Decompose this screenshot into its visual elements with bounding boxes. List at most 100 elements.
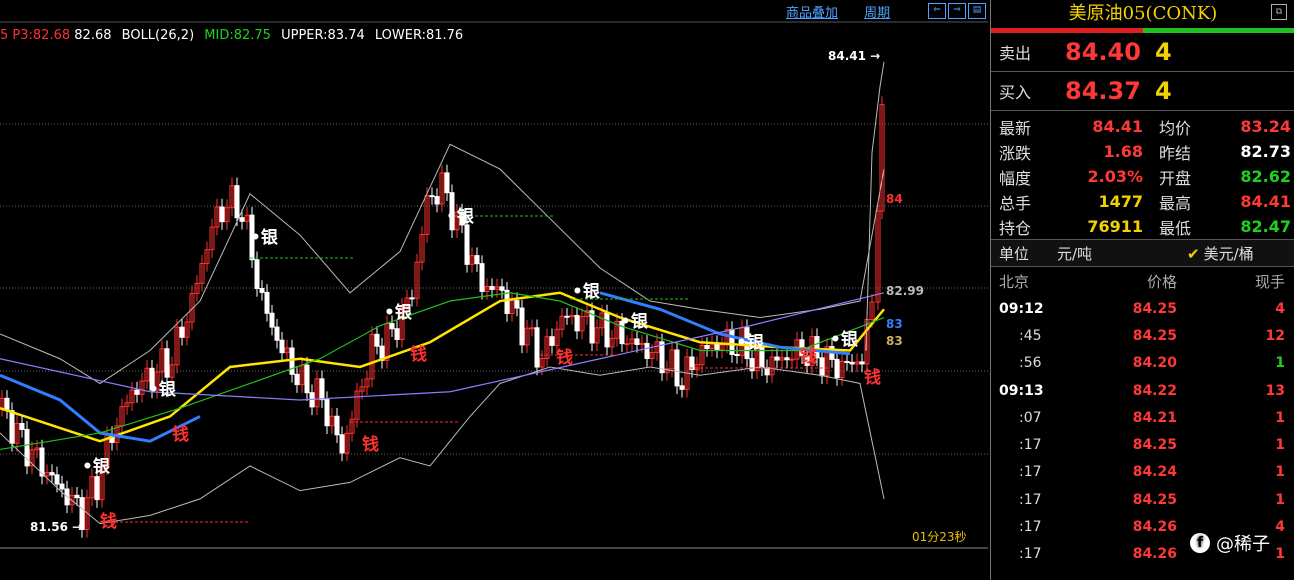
trade-qty: 1 <box>1275 355 1285 372</box>
high-price-label: 84.41 → <box>828 49 880 63</box>
trade-qty: 1 <box>1275 491 1285 508</box>
unit-usd-label: 美元/桶 <box>1203 244 1254 263</box>
candle-body <box>704 344 710 349</box>
candle-body <box>529 327 535 330</box>
stats-block: 最新 84.41 均价 83.24 涨跌 1.68 昨结 82.73 幅度 2.03% 开盘 82… <box>991 111 1294 240</box>
unit-cny-option[interactable]: 元/吨 <box>1057 243 1187 264</box>
trades-header: 北京 价格 现手 <box>991 267 1294 295</box>
right-axis-label: 84 <box>886 192 903 206</box>
candle-body <box>74 494 80 499</box>
stat-key: 幅度 <box>999 168 1032 188</box>
marker-qian: 钱 <box>172 424 189 445</box>
trade-qty: 13 <box>1265 382 1285 399</box>
stat-key: 持仓 <box>999 218 1032 238</box>
candle-body <box>764 367 770 376</box>
candle-body <box>784 357 790 361</box>
zoom-out-icon[interactable]: ⇒ <box>948 3 966 19</box>
candle-body <box>304 364 310 394</box>
overlay-link[interactable]: 商品叠加 <box>786 6 838 21</box>
upper-label: UPPER:83.74 <box>281 28 365 43</box>
candle-body <box>789 358 795 361</box>
marker-qian: 钱 <box>864 367 881 388</box>
indicator-line: 5 P3:82.68 82.68 BOLL(26,2) MID:82.75 UP… <box>0 28 463 43</box>
stat-value2: 83.24 <box>1240 117 1291 136</box>
popout-icon[interactable]: ⧉ <box>1271 4 1287 20</box>
candle-body <box>589 310 595 344</box>
unit-label: 单位 <box>999 244 1030 263</box>
trade-price: 84.24 <box>1132 464 1177 481</box>
stat-value: 2.03% <box>1087 167 1143 186</box>
stat-key: 总手 <box>999 193 1032 213</box>
marker-yin: •银 <box>148 379 177 400</box>
candle-body <box>734 354 740 357</box>
trade-row: :17 84.25 1 <box>991 486 1294 513</box>
candle-body <box>634 338 640 345</box>
trade-qty: 12 <box>1265 327 1285 344</box>
zoom-in-icon[interactable]: ⇐ <box>928 3 946 19</box>
candle-body <box>339 434 345 454</box>
candle-body <box>324 399 330 427</box>
candle-body <box>479 263 485 292</box>
p3-value: 82.68 <box>74 28 112 43</box>
sell-row: 卖出 84.40 4 <box>991 33 1294 72</box>
trade-qty: 1 <box>1275 464 1285 481</box>
candle-body <box>514 300 520 309</box>
col-price: 价格 <box>1146 272 1177 291</box>
trade-row: 09:12 84.25 4 <box>991 295 1294 322</box>
buy-qty: 4 <box>1155 77 1172 105</box>
trade-time: :17 <box>1019 546 1042 563</box>
period-link[interactable]: 周期 <box>864 6 890 21</box>
sell-qty: 4 <box>1155 38 1172 66</box>
right-axis-label: 82.99 <box>886 284 924 298</box>
marker-yin: •银 <box>572 281 601 302</box>
trade-price: 84.25 <box>1132 300 1177 317</box>
spike-line <box>865 61 885 351</box>
candle-body <box>164 348 170 378</box>
trades-list[interactable]: 09:12 84.25 4:45 84.25 12:56 84.20 1 09:13 84.22… <box>991 295 1294 568</box>
trade-time: :07 <box>1019 409 1042 426</box>
candle-body <box>54 474 60 485</box>
candle-body <box>59 483 65 490</box>
stat-key2: 开盘 <box>1159 168 1192 188</box>
trade-time: 09:13 <box>999 382 1044 399</box>
trade-time: 09:12 <box>999 300 1044 317</box>
candlestick-chart[interactable]: •银 •银 •银 •银 •银 •银 •银 •银 •银钱钱钱钱钱钱钱 84.41 → 81.56 → 8… <box>0 0 990 580</box>
stat-row: 总手 1477 最高 84.41 <box>991 189 1294 214</box>
candle-body <box>389 323 395 330</box>
candle-body <box>294 373 300 386</box>
candle-body <box>179 326 185 338</box>
chart-canvas[interactable]: •银•银•银•银•银•银•银•银 •银钱钱 钱钱钱钱钱84.41 →81.56 →8… <box>0 0 990 580</box>
stat-key: 涨跌 <box>999 143 1032 163</box>
trade-row: :07 84.21 1 <box>991 404 1294 431</box>
unit-usd-option[interactable]: ✔ 美元/桶 <box>1187 243 1254 264</box>
stat-row: 持仓 76911 最低 82.47 <box>991 214 1294 239</box>
trade-price: 84.20 <box>1132 355 1177 372</box>
lower-label: LOWER:81.76 <box>374 28 464 43</box>
candle-body <box>849 361 855 365</box>
sell-price: 84.40 <box>1065 38 1141 66</box>
layout-icon[interactable]: ▤ <box>968 3 986 19</box>
candle-body <box>549 336 555 346</box>
trade-time: :17 <box>1019 519 1042 536</box>
mid-label: MID:82.75 <box>204 28 271 43</box>
candle-body <box>819 357 825 377</box>
candle-body <box>49 472 55 476</box>
candle-body <box>859 361 865 365</box>
candle-body <box>259 287 265 293</box>
candle-body <box>434 196 440 205</box>
trade-time: :56 <box>1019 355 1042 372</box>
marker-yin: •银 <box>250 227 279 248</box>
candle-body <box>774 356 780 361</box>
candle-body <box>254 259 260 289</box>
countdown-timer: 01分23秒 <box>912 530 967 544</box>
candle-body <box>134 389 140 395</box>
candle-body <box>234 185 240 219</box>
p3-label: P3:82.68 <box>12 28 71 43</box>
stat-row: 最新 84.41 均价 83.24 <box>991 114 1294 139</box>
candle-body <box>624 343 630 346</box>
trade-row: :17 84.25 1 <box>991 431 1294 458</box>
trade-row: :17 84.24 1 <box>991 459 1294 486</box>
candle-body <box>219 206 225 223</box>
candle-body <box>844 360 850 363</box>
stat-value: 1.68 <box>1103 142 1143 161</box>
